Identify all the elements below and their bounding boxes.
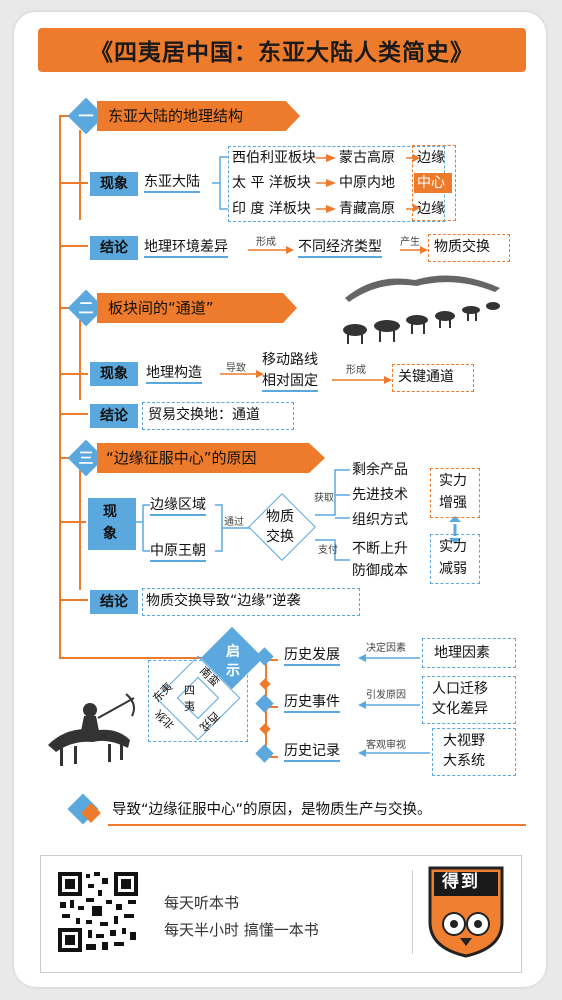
enlighten-char1: 启	[226, 644, 240, 660]
verb-produce: 产生	[400, 237, 420, 248]
section1-phenomenon-tag: 现象	[90, 172, 138, 196]
section3-tag-char2: 象	[103, 526, 117, 542]
verb-decide: 决定因素	[366, 643, 406, 654]
position-edge-bottom: 边缘	[417, 201, 445, 217]
barbarians-center-2: 夷	[184, 700, 195, 713]
verb-form2: 形成	[346, 365, 366, 376]
caravan-illustration	[343, 275, 500, 344]
section1-title: 东亚大陆的地理结构	[108, 107, 244, 125]
qr-code[interactable]	[56, 870, 140, 954]
culture-diff: 文化差异	[432, 701, 488, 717]
section1-conclusion-tag: 结论	[90, 236, 138, 260]
effect-label: 不同经济类型	[298, 238, 382, 258]
continent-label: 东亚大陆	[144, 173, 200, 193]
edge-region: 边缘区域	[150, 496, 206, 516]
summary-underline	[108, 824, 526, 826]
central-dynasty: 中原王朝	[150, 542, 206, 562]
strength-down-2: 减弱	[439, 561, 467, 577]
region-central-plains: 中原内地	[339, 175, 395, 191]
plate-siberia: 西伯利亚板块	[232, 150, 316, 166]
history-event: 历史事件	[284, 693, 340, 713]
verb-trigger: 引发原因	[366, 690, 406, 701]
cause-label: 地理环境差异	[144, 238, 228, 258]
strength-up-1: 实力	[439, 473, 467, 489]
gain-technology: 先进技术	[352, 487, 408, 503]
cost-rising: 不断上升	[352, 541, 408, 557]
section2-phenomenon-tag: 现象	[90, 362, 138, 386]
summary-text: 导致“边缘征服中心”的原因，是物质生产与交换。	[112, 802, 432, 818]
verb-gain: 获取	[314, 493, 334, 504]
verb-pay: 支付	[318, 545, 338, 556]
region-tibet: 青藏高原	[339, 201, 395, 217]
section2-number: 二	[78, 299, 94, 317]
history-development: 历史发展	[284, 646, 340, 666]
exchange-word2: 交换	[266, 529, 294, 545]
migration: 人口迁移	[432, 681, 488, 697]
footer-line2: 每天半小时 搞懂一本书	[164, 921, 319, 939]
gain-organization: 组织方式	[352, 512, 408, 528]
result-exchange: 物质交换	[434, 239, 490, 255]
big-vision: 大视野	[443, 733, 485, 749]
section2-conclusion: 贸易交换地：通道	[148, 407, 260, 423]
key-channel: 关键通道	[398, 369, 454, 385]
cost-defense: 防御成本	[352, 563, 408, 579]
section3-title: “边缘征服中心”的原因	[106, 449, 257, 467]
logo-text: 得到	[442, 872, 480, 892]
structure-label: 地理构造	[146, 364, 202, 384]
route-line1: 移动路线	[262, 352, 318, 368]
section1-number: 一	[78, 107, 94, 125]
plate-pacific: 太 平 洋板块	[232, 175, 311, 191]
geo-factor: 地理因素	[434, 645, 490, 661]
strength-down-1: 实力	[439, 539, 467, 555]
footer-line1: 每天听本书	[164, 894, 240, 912]
gain-surplus: 剩余产品	[352, 462, 408, 478]
position-center: 中心	[417, 175, 445, 191]
position-edge-top: 边缘	[417, 150, 445, 166]
section3-number: 三	[78, 449, 94, 467]
exchange-word1: 物质	[266, 509, 294, 525]
region-mongolia: 蒙古高原	[339, 150, 395, 166]
history-record: 历史记录	[284, 742, 340, 762]
big-system: 大系统	[443, 753, 485, 769]
warrior-illustration	[48, 693, 135, 766]
verb-cause: 导致	[226, 363, 246, 374]
section2-title: 板块间的“通道”	[108, 299, 214, 317]
section2-conclusion-tag: 结论	[90, 404, 138, 428]
footer-divider	[412, 870, 413, 954]
route-line2: 相对固定	[262, 372, 318, 392]
plate-indian: 印 度 洋板块	[232, 201, 311, 217]
verb-via: 通过	[224, 517, 244, 528]
section3-tag-char1: 现	[103, 504, 117, 520]
section3-conclusion: 物质交换导致“边缘”逆袭	[146, 593, 301, 609]
strength-up-2: 增强	[439, 495, 467, 511]
verb-form: 形成	[256, 237, 276, 248]
verb-review: 客观审视	[366, 740, 406, 751]
section3-conclusion-tag: 结论	[90, 590, 138, 614]
